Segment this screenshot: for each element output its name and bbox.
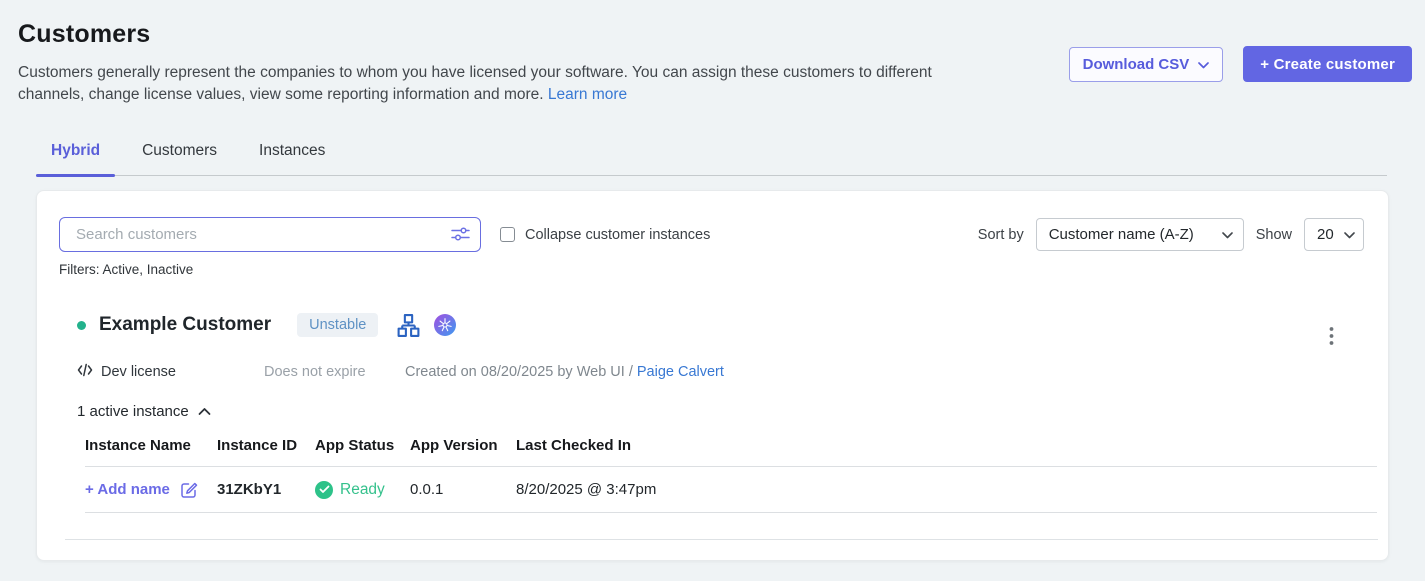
instance-table-row: + Add name 31ZKbY1 Ready (85, 467, 1377, 513)
kubernetes-wheel-icon (434, 314, 456, 336)
customer-divider (65, 539, 1378, 540)
created-by-user-link[interactable]: Paige Calvert (637, 364, 724, 380)
sitemap-icon (396, 313, 421, 338)
tab-instances[interactable]: Instances (244, 142, 340, 175)
active-filters-text: Filters: Active, Inactive (59, 262, 1364, 277)
sort-controls: Sort by Customer name (A-Z) Show 20 (978, 218, 1364, 251)
page-description-text: Customers generally represent the compan… (18, 64, 932, 103)
col-app-version: App Version (410, 437, 516, 454)
license-type: Dev license (77, 363, 264, 381)
collapse-instances-control: Collapse customer instances (500, 227, 710, 243)
sort-select-value: Customer name (A-Z) (1049, 226, 1194, 243)
chevron-up-icon (198, 403, 211, 420)
show-select-value: 20 (1317, 226, 1334, 243)
sort-select[interactable]: Customer name (A-Z) (1036, 218, 1244, 251)
tab-customers[interactable]: Customers (127, 142, 232, 175)
chevron-down-icon (1222, 226, 1233, 243)
download-csv-button[interactable]: Download CSV (1069, 47, 1224, 82)
customers-page: Customers Customers generally represent … (0, 0, 1425, 561)
app-version-cell: 0.0.1 (410, 481, 516, 498)
col-last-checked-in: Last Checked In (516, 437, 1377, 454)
channel-badge: Unstable (297, 313, 378, 337)
col-app-status: App Status (315, 437, 410, 454)
chevron-down-icon (1344, 226, 1355, 243)
edit-pencil-icon[interactable] (179, 480, 198, 499)
create-customer-button[interactable]: + Create customer (1243, 46, 1412, 82)
search-wrapper (59, 217, 481, 252)
customer-name[interactable]: Example Customer (99, 314, 271, 336)
instance-id-cell: 31ZKbY1 (217, 481, 315, 498)
kebab-menu-icon[interactable] (1327, 324, 1336, 348)
header-actions: Download CSV + Create customer (1069, 46, 1412, 82)
last-checked-in-cell: 8/20/2025 @ 3:47pm (516, 481, 1377, 498)
code-icon (77, 363, 93, 381)
collapse-instances-label: Collapse customer instances (525, 227, 710, 243)
page-title: Customers (18, 20, 1407, 49)
customer-row: Example Customer Unstable (59, 302, 1364, 540)
sort-by-label: Sort by (978, 227, 1024, 243)
instance-table: Instance Name Instance ID App Status App… (85, 437, 1377, 513)
active-status-dot (77, 321, 86, 330)
col-instance-name: Instance Name (85, 437, 217, 454)
customers-card: Collapse customer instances Sort by Cust… (36, 190, 1389, 561)
collapse-instances-checkbox[interactable] (500, 227, 515, 242)
col-instance-id: Instance ID (217, 437, 315, 454)
tab-bar: Hybrid Customers Instances (36, 142, 1387, 176)
license-expiry: Does not expire (264, 364, 405, 380)
app-status-label: Ready (340, 481, 385, 499)
toolbar: Collapse customer instances Sort by Cust… (59, 217, 1364, 252)
filter-sliders-icon[interactable] (450, 225, 471, 243)
customer-header: Example Customer Unstable (77, 302, 1364, 348)
show-label: Show (1256, 227, 1292, 243)
add-name-link[interactable]: + Add name (85, 481, 170, 498)
chevron-down-icon (1198, 56, 1209, 73)
learn-more-link[interactable]: Learn more (548, 86, 627, 103)
license-row: Dev license Does not expire Created on 0… (77, 363, 1364, 381)
instances-collapse-toggle[interactable]: 1 active instance (77, 403, 211, 420)
created-by-text: Created on 08/20/2025 by Web UI / (405, 364, 633, 380)
show-select[interactable]: 20 (1304, 218, 1364, 251)
check-circle-icon (315, 481, 333, 499)
app-status-cell: Ready (315, 481, 410, 499)
search-input[interactable] (59, 217, 481, 252)
download-csv-label: Download CSV (1083, 56, 1190, 73)
tab-hybrid[interactable]: Hybrid (36, 142, 115, 175)
page-description: Customers generally represent the compan… (18, 62, 983, 106)
instances-summary-label: 1 active instance (77, 403, 189, 420)
license-type-label: Dev license (101, 364, 176, 380)
instance-name-cell: + Add name (85, 480, 217, 499)
instance-table-header: Instance Name Instance ID App Status App… (85, 437, 1377, 467)
